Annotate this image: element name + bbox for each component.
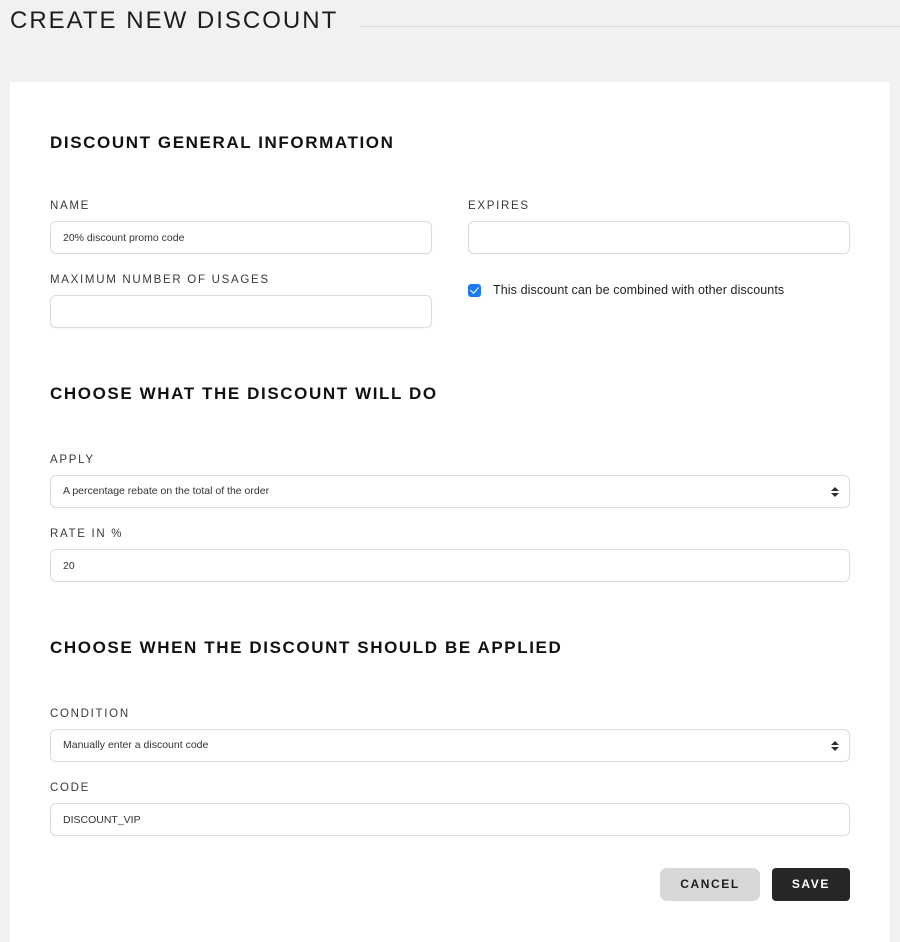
page-header: CREATE NEW DISCOUNT	[0, 0, 900, 82]
when-fields: CONDITION Manually enter a discount code…	[50, 707, 850, 836]
expires-label: EXPIRES	[468, 200, 530, 212]
field-max-usages: MAXIMUM NUMBER OF USAGES	[50, 273, 432, 328]
code-label: CODE	[50, 782, 91, 794]
form-actions: CANCEL SAVE	[50, 868, 850, 901]
condition-label: CONDITION	[50, 708, 130, 720]
code-input[interactable]	[50, 803, 850, 836]
apply-select[interactable]: A percentage rebate on the total of the …	[50, 475, 850, 508]
field-rate: RATE IN %	[50, 527, 850, 582]
name-label: NAME	[50, 200, 91, 212]
combinable-checkbox-row[interactable]: This discount can be combined with other…	[468, 282, 850, 298]
header-divider	[360, 26, 900, 27]
field-code: CODE	[50, 781, 850, 836]
rate-label: RATE IN %	[50, 528, 124, 540]
field-apply: APPLY A percentage rebate on the total o…	[50, 453, 850, 508]
rate-input[interactable]	[50, 549, 850, 582]
section-title-what: CHOOSE WHAT THE DISCOUNT WILL DO	[50, 384, 438, 403]
section-title-when: CHOOSE WHEN THE DISCOUNT SHOULD BE APPLI…	[50, 638, 563, 657]
apply-label: APPLY	[50, 454, 95, 466]
checkbox-checked-icon[interactable]	[468, 283, 481, 297]
max-usages-label: MAXIMUM NUMBER OF USAGES	[50, 274, 270, 286]
expires-input[interactable]	[468, 221, 850, 254]
page-title: CREATE NEW DISCOUNT	[10, 7, 339, 34]
field-condition: CONDITION Manually enter a discount code	[50, 707, 850, 762]
discount-form-card: DISCOUNT GENERAL INFORMATION NAME MAXIMU…	[10, 82, 890, 942]
general-left-column: NAME MAXIMUM NUMBER OF USAGES	[50, 199, 432, 328]
max-usages-input[interactable]	[50, 295, 432, 328]
what-fields: APPLY A percentage rebate on the total o…	[50, 453, 850, 582]
name-input[interactable]	[50, 221, 432, 254]
combinable-checkbox-label: This discount can be combined with other…	[493, 283, 785, 297]
field-expires: EXPIRES	[468, 199, 850, 254]
save-button[interactable]: SAVE	[771, 868, 850, 901]
section-title-general: DISCOUNT GENERAL INFORMATION	[50, 133, 395, 152]
general-right-column: EXPIRES This discount can be combined wi…	[468, 199, 850, 328]
field-name: NAME	[50, 199, 432, 254]
cancel-button[interactable]: CANCEL	[660, 868, 760, 901]
apply-select-wrap[interactable]: A percentage rebate on the total of the …	[50, 475, 850, 508]
condition-select-wrap[interactable]: Manually enter a discount code	[50, 729, 850, 762]
condition-select[interactable]: Manually enter a discount code	[50, 729, 850, 762]
general-fields-grid: NAME MAXIMUM NUMBER OF USAGES EXPIRES Th…	[50, 199, 850, 328]
